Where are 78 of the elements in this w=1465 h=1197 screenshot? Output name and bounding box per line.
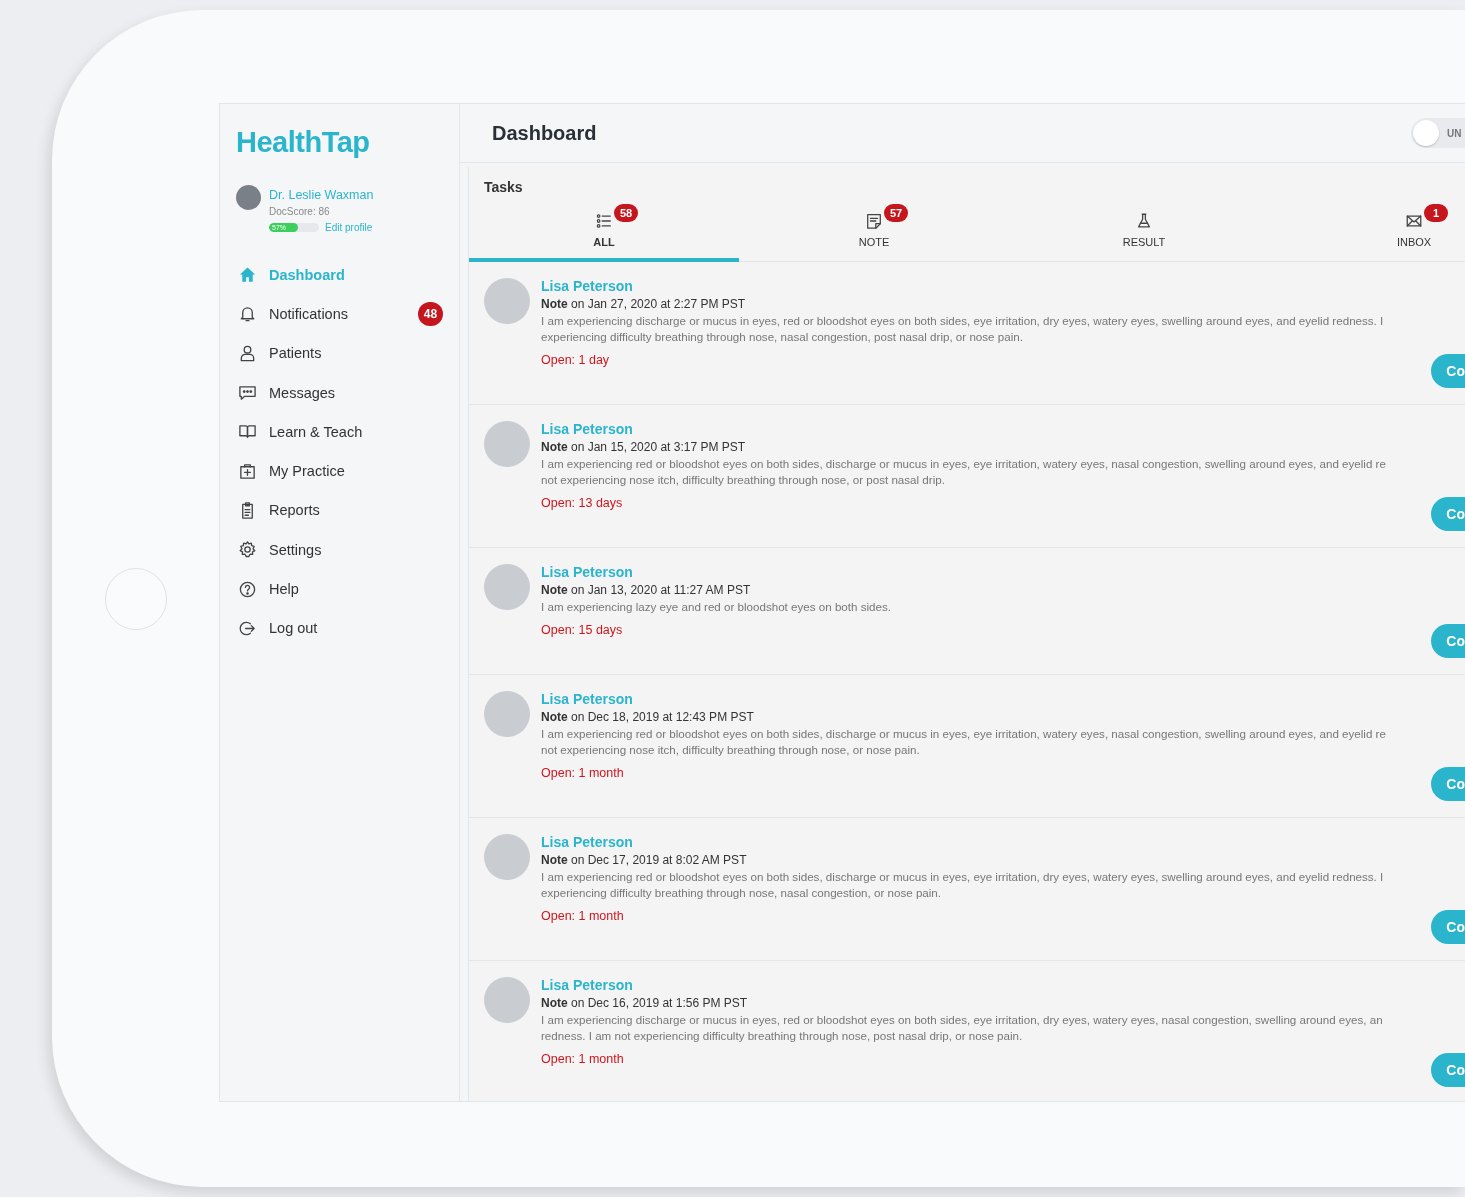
open-duration: Open: 13 days [541, 496, 624, 510]
patient-name[interactable]: Lisa Peterson [541, 691, 1386, 707]
note-text: experiencing difficulty breathing through nose, nasal congestion, or nose pain. [541, 885, 943, 901]
patient-name[interactable]: Lisa Peterson [541, 421, 1386, 437]
nav-item[interactable]: My Practice [236, 451, 443, 491]
page-title: Dashboard [492, 121, 597, 145]
note-text: I am experiencing lazy eye and red or bloodshot eyes on both sides. [541, 599, 891, 615]
nav-item[interactable]: Learn & Teach [236, 412, 443, 452]
count-badge: 58 [614, 204, 638, 222]
action-button[interactable]: Co [1431, 1053, 1465, 1087]
count-badge: 48 [418, 301, 443, 326]
patient-name[interactable]: Lisa Peterson [541, 278, 1384, 294]
nav-item[interactable]: Reports [236, 490, 443, 531]
tab[interactable]: RESULT [1009, 200, 1279, 262]
section-title: Tasks [483, 178, 523, 195]
tab[interactable]: ALL 58 [469, 200, 739, 262]
avatar [484, 278, 530, 324]
home-icon [238, 265, 257, 285]
avatar [484, 564, 530, 610]
note-text: not experiencing nose itch, difficulty breathing through nose, or post nasal drip. [541, 472, 946, 488]
note-text: I am experiencing discharge or mucus in eyes, red or bloodshot eyes on both sides, eye irritation, dry eyes, watery eyes, nasal congestion, swelling around eyes, an [541, 1012, 1383, 1028]
count-badge: 57 [884, 204, 908, 222]
action-button[interactable]: Co [1431, 354, 1465, 388]
nav-item[interactable]: Patients [236, 333, 443, 373]
note-date: Note on Jan 15, 2020 at 3:17 PM PST [541, 440, 747, 454]
note-text: not experiencing nose itch, difficulty breathing through nose, or nose pain. [541, 742, 921, 758]
note-text: I am experiencing red or bloodshot eyes on both sides, discharge or mucus in eyes, eye irritation, watery eyes, nasal congestion, swelling around eyes, and eyelid re [541, 726, 1386, 742]
open-duration: Open: 1 month [541, 1052, 625, 1066]
avatar [484, 421, 530, 467]
note-icon [865, 212, 883, 230]
patient-name[interactable]: Lisa Peterson [541, 977, 1383, 993]
action-button[interactable]: Co [1431, 497, 1465, 531]
action-button[interactable]: Co [1431, 767, 1465, 801]
note-date: Note on Dec 17, 2019 at 8:02 AM PST [541, 853, 748, 867]
nav-item[interactable]: Settings [236, 530, 443, 570]
note-date: Note on Dec 18, 2019 at 12:43 PM PST [541, 710, 755, 724]
note-text: I am experiencing red or bloodshot eyes on both sides, discharge or mucus in eyes, eye irritation, dry eyes, watery eyes, swelling around eyes, and eyelid redness. I [541, 869, 1384, 885]
nav-item[interactable]: Messages [236, 372, 443, 413]
note-date: Note on Dec 16, 2019 at 1:56 PM PST [541, 996, 749, 1010]
bell-icon [238, 304, 257, 324]
action-button[interactable]: Co [1431, 624, 1465, 658]
patient-name[interactable]: Lisa Peterson [541, 834, 1384, 850]
avatar [484, 834, 530, 880]
avatar [484, 691, 530, 737]
list-icon [595, 212, 613, 230]
toggle-switch[interactable]: UN [1411, 118, 1465, 148]
note-text: redness. I am not experiencing difficulty breathing through nose, post nasal drip, or nose pain. [541, 1028, 1024, 1044]
open-duration: Open: 1 month [541, 909, 625, 923]
doctor-name: Dr. Leslie Waxman [269, 188, 374, 202]
note-text: experiencing difficulty breathing through nose, nasal congestion, post nasal drip, or nose pain. [541, 329, 1024, 345]
avatar [236, 185, 261, 210]
help-icon [238, 579, 257, 599]
logo: HealthTap [236, 126, 370, 159]
avatar [484, 977, 530, 1023]
tab[interactable]: INBOX 1 [1279, 200, 1465, 262]
edit-profile-link[interactable]: Edit profile [325, 222, 373, 233]
action-button[interactable]: Co [1431, 910, 1465, 944]
person-icon [238, 343, 257, 363]
doc-score: DocScore: 86 [269, 206, 331, 217]
note-date: Note on Jan 13, 2020 at 11:27 AM PST [541, 583, 752, 597]
note-text: I am experiencing red or bloodshot eyes on both sides, discharge or mucus in eyes, eye irritation, watery eyes, nasal congestion, swelling around eyes, and eyelid re [541, 456, 1386, 472]
nav-item[interactable]: Help [236, 569, 443, 609]
settings-icon [238, 540, 257, 560]
note-text: I am experiencing discharge or mucus in eyes, red or bloodshot eyes on both sides, eye irritation, dry eyes, watery eyes, swelling around eyes, and eyelid redness. I [541, 313, 1384, 329]
note-date: Note on Jan 27, 2020 at 2:27 PM PST [541, 297, 747, 311]
tab[interactable]: NOTE 57 [739, 200, 1009, 262]
count-badge: 1 [1424, 204, 1448, 222]
medical-kit-icon [238, 461, 257, 481]
nav-item[interactable]: Dashboard [236, 255, 443, 295]
nav-item[interactable]: Log out [236, 608, 443, 648]
open-duration: Open: 1 day [541, 353, 611, 367]
chat-icon [238, 383, 257, 403]
nav-item[interactable]: Notifications 48 [236, 294, 443, 334]
mail-icon [1405, 212, 1423, 230]
open-duration: Open: 1 month [541, 766, 625, 780]
patient-name[interactable]: Lisa Peterson [541, 564, 891, 580]
flask-icon [1135, 212, 1153, 230]
open-duration: Open: 15 days [541, 623, 624, 637]
